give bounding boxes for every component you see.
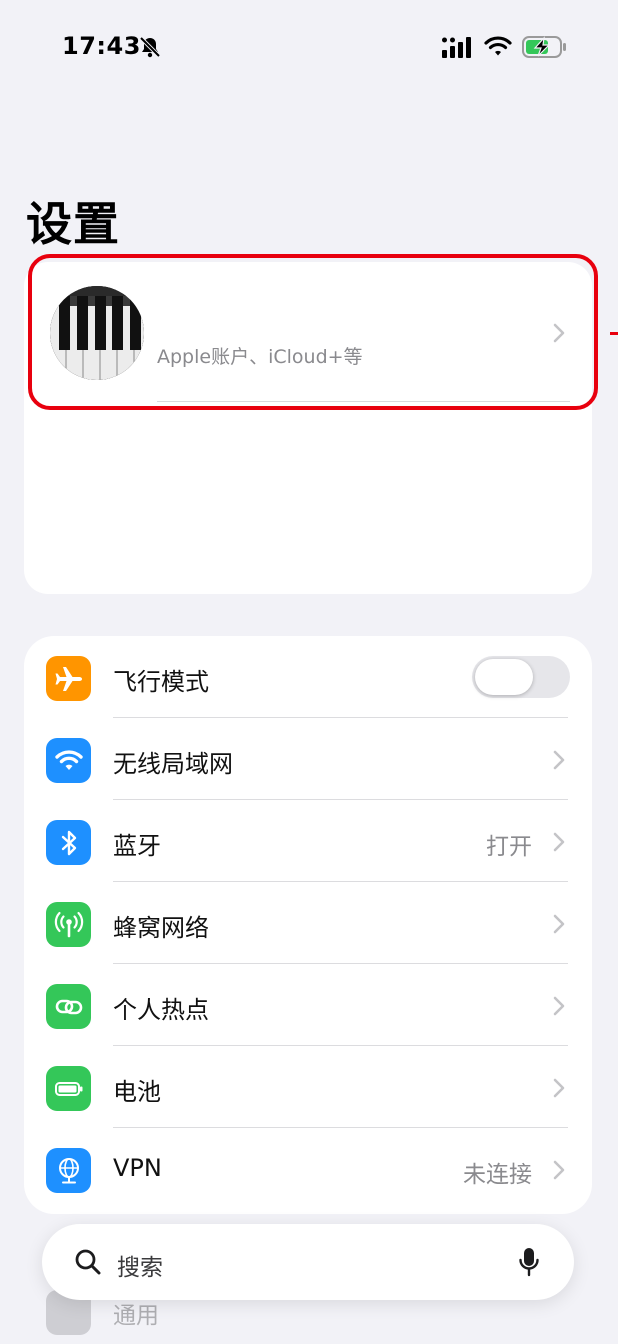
row-label-hotspot: 个人热点 [113,996,209,1024]
settings-row-cellular[interactable]: 蜂窝网络 [24,882,592,964]
chevron-right-icon [553,750,565,770]
row-label-wifi: 无线局域网 [113,750,233,778]
page-title: 设置 [26,197,120,251]
bell-slash-icon [139,36,161,58]
highlight-box [28,254,598,410]
airplane-icon [46,656,91,701]
row-label-general: 通用 [113,1303,159,1329]
battery-icon [46,1066,91,1111]
chevron-right-icon [553,1078,565,1098]
settings-row-airplane[interactable]: 飞行模式 [24,636,592,718]
row-label-cellular: 蜂窝网络 [113,914,209,942]
microphone-icon[interactable] [518,1246,540,1278]
settings-row-hotspot[interactable]: 个人热点 [24,964,592,1046]
bluetooth-icon [46,820,91,865]
row-value-vpn: 未连接 [463,1162,532,1188]
row-label-bluetooth: 蓝牙 [113,832,161,860]
wifi-icon [484,36,512,56]
hotspot-link-icon [46,984,91,1029]
settings-group: 飞行模式 无线局域网 蓝牙 打开 蜂窝网络 个人热点 电池 VPN 未连接 [24,636,592,1214]
status-bar: 17:43 [0,0,618,96]
search-bar[interactable]: 搜索 [42,1224,574,1300]
search-input[interactable]: 搜索 [117,1248,163,1282]
cellular-signal-icon [442,37,471,58]
settings-row-bluetooth[interactable]: 蓝牙 打开 [24,800,592,882]
chevron-right-icon [553,996,565,1016]
settings-row-wifi[interactable]: 无线局域网 [24,718,592,800]
settings-row-vpn[interactable]: VPN 未连接 [24,1128,592,1210]
cellular-antenna-icon [46,902,91,947]
battery-charging-icon [522,36,566,58]
airplane-mode-toggle[interactable] [472,656,570,698]
search-icon [75,1249,101,1275]
annotation-mark [610,332,618,335]
row-label-battery: 电池 [113,1078,161,1106]
toggle-knob [475,659,533,695]
row-label-vpn: VPN [113,1154,162,1182]
vpn-globe-icon [46,1148,91,1193]
row-label-airplane: 飞行模式 [113,668,209,696]
chevron-right-icon [553,1160,565,1180]
chevron-right-icon [553,914,565,934]
wifi-icon [46,738,91,783]
status-time: 17:43 [62,32,141,60]
settings-row-battery[interactable]: 电池 [24,1046,592,1128]
chevron-right-icon [553,832,565,852]
row-value-bluetooth: 打开 [486,834,532,860]
